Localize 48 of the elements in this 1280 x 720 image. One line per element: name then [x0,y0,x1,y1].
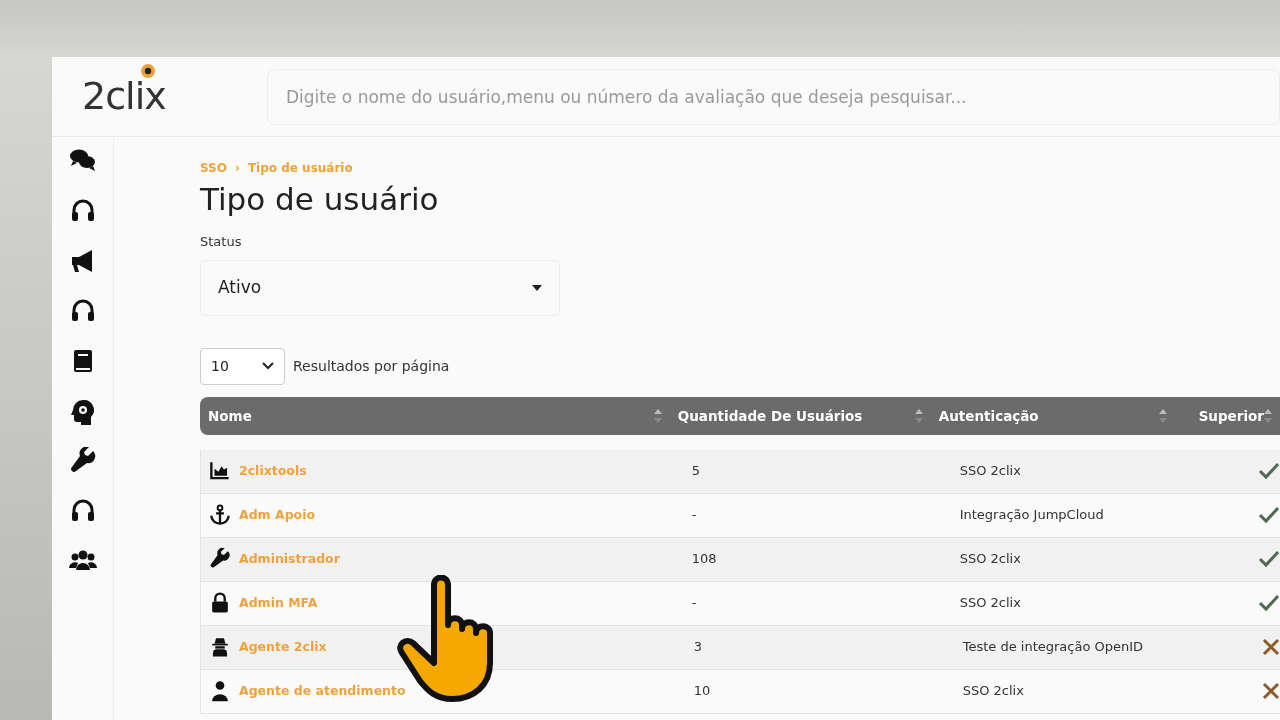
user-count: - [691,595,697,611]
authentication-text: Integração JumpCloud [959,507,1104,523]
chevron-down-icon [262,362,274,371]
sort-arrows-icon[interactable] [653,407,662,424]
status-select[interactable]: Ativo [200,259,560,316]
user-type-link[interactable]: Agente 2clix [239,637,327,657]
authentication-text: SSO 2clix [962,683,1024,699]
user-type-link[interactable]: Admin MFA [239,593,318,613]
page-size-label: Resultados por página [293,356,450,376]
caret-icon [532,284,542,291]
sort-arrows-icon[interactable] [1264,407,1272,424]
head-gear-icon[interactable] [68,397,97,425]
sort-arrows-icon[interactable] [914,407,923,424]
authentication-text: SSO 2clix [959,551,1021,567]
authentication-text: SSO 2clix [959,595,1021,611]
page-title: Tipo de usuário [200,181,440,219]
user-count: 3 [693,639,702,655]
wrench-icon [209,548,231,571]
spy-icon [209,636,231,659]
lock-icon [209,592,231,615]
logo-dot-icon [140,63,156,79]
user-type-link[interactable]: 2clixtools [239,461,307,481]
column-header[interactable]: Superior [1198,405,1264,426]
user-type-link[interactable]: Agente de atendimento [239,681,406,701]
logo-text: 2clix [82,74,166,118]
breadcrumb-link[interactable]: Tipo de usuário [247,159,353,177]
user-type-link[interactable]: Adm Apoio [239,505,316,525]
user-icon [209,680,231,703]
column-header[interactable]: Nome [208,405,252,426]
wrench-icon[interactable] [68,447,97,475]
page-size-select[interactable]: 10 [200,347,285,385]
column-header[interactable]: Autenticação [938,405,1039,426]
sort-arrows-icon[interactable] [1158,407,1167,424]
user-count: - [691,507,697,523]
user-type-link[interactable]: Administrador [239,549,340,569]
authentication-text: Teste de integração OpenID [962,639,1144,655]
breadcrumb-link[interactable]: SSO [200,159,227,177]
status-label: Status [200,233,243,252]
user-count: 108 [691,551,717,567]
breadcrumb-separator: › [234,160,240,177]
status-value: Ativo [218,275,262,299]
page-size-value: 10 [211,356,229,376]
user-count: 5 [691,463,700,479]
column-header[interactable]: Quantidade De Usuários [677,405,863,426]
user-count: 10 [693,683,711,699]
authentication-text: SSO 2clix [959,463,1021,479]
anchor-icon [209,504,231,527]
search-field[interactable]: Digite o nome do usuário,menu ou número da avaliação que deseja pesquisar... [267,68,1280,125]
